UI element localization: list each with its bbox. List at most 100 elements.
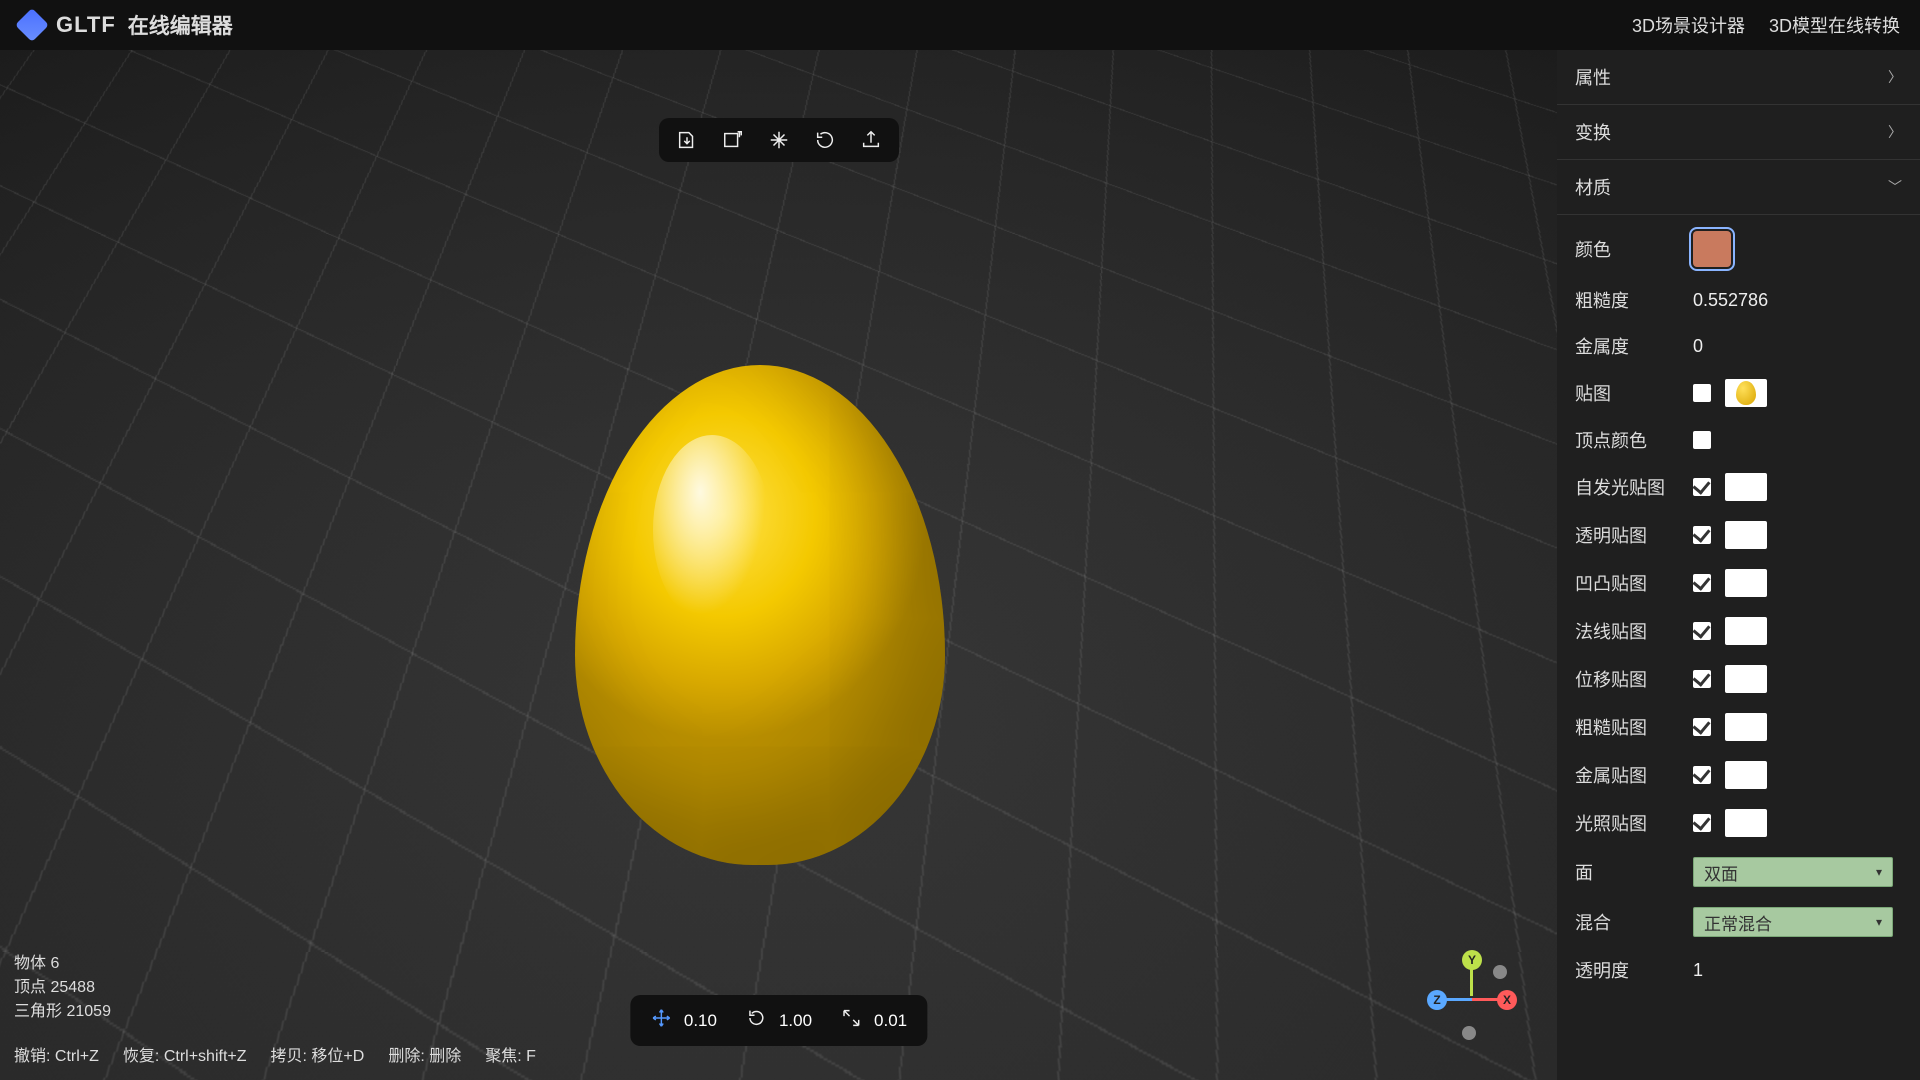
top-toolbar: [659, 118, 899, 162]
alpha-map-thumbnail[interactable]: [1725, 521, 1767, 549]
row-light-map: 光照贴图: [1557, 799, 1920, 847]
vertex-color-checkbox[interactable]: [1693, 431, 1711, 449]
roughness-value[interactable]: 0.552786: [1693, 290, 1768, 311]
displacement-map-checkbox[interactable]: [1693, 670, 1711, 688]
shortcut-focus: 聚焦: F: [485, 1042, 536, 1066]
stat-vert-value: 25488: [50, 979, 95, 996]
import-icon[interactable]: [675, 128, 699, 152]
side-label: 面: [1575, 859, 1693, 885]
export-icon[interactable]: [859, 128, 883, 152]
add-image-icon[interactable]: [721, 128, 745, 152]
map-checkbox[interactable]: [1693, 384, 1711, 402]
move-step-group[interactable]: 0.10: [650, 1007, 717, 1034]
move-step-value: 0.10: [684, 1011, 717, 1031]
light-map-thumbnail[interactable]: [1725, 809, 1767, 837]
side-select[interactable]: 双面▾: [1693, 857, 1893, 887]
normal-map-thumbnail[interactable]: [1725, 617, 1767, 645]
section-properties[interactable]: 属性 〉: [1557, 50, 1920, 105]
stat-obj-label: 物体: [14, 955, 46, 972]
row-metalness-map: 金属贴图: [1557, 751, 1920, 799]
roughness-map-checkbox[interactable]: [1693, 718, 1711, 736]
row-emissive-map: 自发光贴图: [1557, 463, 1920, 511]
nav-scene-designer[interactable]: 3D场景设计器: [1632, 12, 1745, 38]
rotate-step-group[interactable]: 1.00: [745, 1007, 812, 1034]
map-thumbnail[interactable]: [1725, 379, 1767, 407]
section-properties-label: 属性: [1575, 64, 1611, 90]
bump-map-thumbnail[interactable]: [1725, 569, 1767, 597]
section-transform-label: 变换: [1575, 119, 1611, 145]
metalness-map-thumbnail[interactable]: [1725, 761, 1767, 789]
section-material-label: 材质: [1575, 174, 1611, 200]
row-roughness: 粗糙度 0.552786: [1557, 277, 1920, 323]
normal-map-label: 法线贴图: [1575, 618, 1693, 644]
bump-map-label: 凹凸贴图: [1575, 570, 1693, 596]
row-vertex-color: 顶点颜色: [1557, 417, 1920, 463]
emissive-map-checkbox[interactable]: [1693, 478, 1711, 496]
gizmo-x[interactable]: X: [1497, 990, 1517, 1010]
light-map-checkbox[interactable]: [1693, 814, 1711, 832]
shortcut-delete: 删除: 删除: [388, 1042, 461, 1066]
gizmo-neg-z[interactable]: [1493, 965, 1507, 979]
rotate-step-value: 1.00: [779, 1011, 812, 1031]
logo-icon: [15, 8, 49, 42]
refresh-icon[interactable]: [813, 128, 837, 152]
row-roughness-map: 粗糙贴图: [1557, 703, 1920, 751]
gizmo-neg-y[interactable]: [1462, 1026, 1476, 1040]
move-icon: [650, 1007, 672, 1034]
opacity-value[interactable]: 1: [1693, 960, 1703, 981]
sparkle-icon[interactable]: [767, 128, 791, 152]
row-bump-map: 凹凸贴图: [1557, 559, 1920, 607]
chevron-right-icon: 〉: [1888, 67, 1902, 87]
gizmo-z[interactable]: Z: [1427, 990, 1447, 1010]
row-metalness: 金属度 0: [1557, 323, 1920, 369]
roughness-map-label: 粗糙贴图: [1575, 714, 1693, 740]
displacement-map-thumbnail[interactable]: [1725, 665, 1767, 693]
metalness-value[interactable]: 0: [1693, 336, 1703, 357]
color-label: 颜色: [1575, 236, 1693, 262]
shortcut-undo: 撤销: Ctrl+Z: [14, 1042, 99, 1066]
bump-map-checkbox[interactable]: [1693, 574, 1711, 592]
row-normal-map: 法线贴图: [1557, 607, 1920, 655]
chevron-down-icon: ﹀: [1888, 177, 1902, 197]
scale-step-group[interactable]: 0.01: [840, 1007, 907, 1034]
metalness-label: 金属度: [1575, 333, 1693, 359]
shortcut-copy: 拷贝: 移位+D: [271, 1042, 365, 1066]
row-blend: 混合 正常混合▾: [1557, 897, 1920, 947]
rotate-icon: [745, 1007, 767, 1034]
section-material[interactable]: 材质 ﹀: [1557, 160, 1920, 215]
row-color: 颜色: [1557, 221, 1920, 277]
metalness-map-label: 金属贴图: [1575, 762, 1693, 788]
vertex-color-label: 顶点颜色: [1575, 427, 1693, 453]
section-transform[interactable]: 变换 〉: [1557, 105, 1920, 160]
emissive-map-thumbnail[interactable]: [1725, 473, 1767, 501]
stat-tri-value: 21059: [66, 1003, 111, 1020]
normal-map-checkbox[interactable]: [1693, 622, 1711, 640]
app-subtitle: 在线编辑器: [128, 10, 233, 40]
row-opacity: 透明度 1: [1557, 947, 1920, 993]
nav-model-convert[interactable]: 3D模型在线转换: [1769, 12, 1900, 38]
blend-select[interactable]: 正常混合▾: [1693, 907, 1893, 937]
roughness-map-thumbnail[interactable]: [1725, 713, 1767, 741]
opacity-label: 透明度: [1575, 957, 1693, 983]
shortcut-bar: 撤销: Ctrl+Z 恢复: Ctrl+shift+Z 拷贝: 移位+D 删除:…: [14, 1042, 536, 1066]
gizmo-y[interactable]: Y: [1462, 950, 1482, 970]
header-nav: 3D场景设计器 3D模型在线转换: [1632, 12, 1900, 38]
viewport-3d[interactable]: 0.10 1.00 0.01 物体 6 顶点 25488 三角形 21059 撤…: [0, 50, 1557, 1080]
row-alpha-map: 透明贴图: [1557, 511, 1920, 559]
app-header: GLTF 在线编辑器 3D场景设计器 3D模型在线转换: [0, 0, 1920, 50]
stat-obj-value: 6: [50, 955, 59, 972]
bottom-toolbar: 0.10 1.00 0.01: [630, 995, 927, 1046]
metalness-map-checkbox[interactable]: [1693, 766, 1711, 784]
chevron-right-icon: 〉: [1888, 122, 1902, 142]
scene-stats: 物体 6 顶点 25488 三角形 21059: [14, 952, 111, 1024]
light-map-label: 光照贴图: [1575, 810, 1693, 836]
scale-step-value: 0.01: [874, 1011, 907, 1031]
alpha-map-label: 透明贴图: [1575, 522, 1693, 548]
map-label: 贴图: [1575, 380, 1693, 406]
color-swatch[interactable]: [1693, 231, 1731, 267]
logo-text: GLTF: [56, 12, 116, 38]
alpha-map-checkbox[interactable]: [1693, 526, 1711, 544]
shortcut-redo: 恢复: Ctrl+shift+Z: [123, 1042, 247, 1066]
axis-gizmo[interactable]: Y X Z: [1427, 950, 1517, 1040]
chevron-down-icon: ▾: [1876, 915, 1882, 929]
